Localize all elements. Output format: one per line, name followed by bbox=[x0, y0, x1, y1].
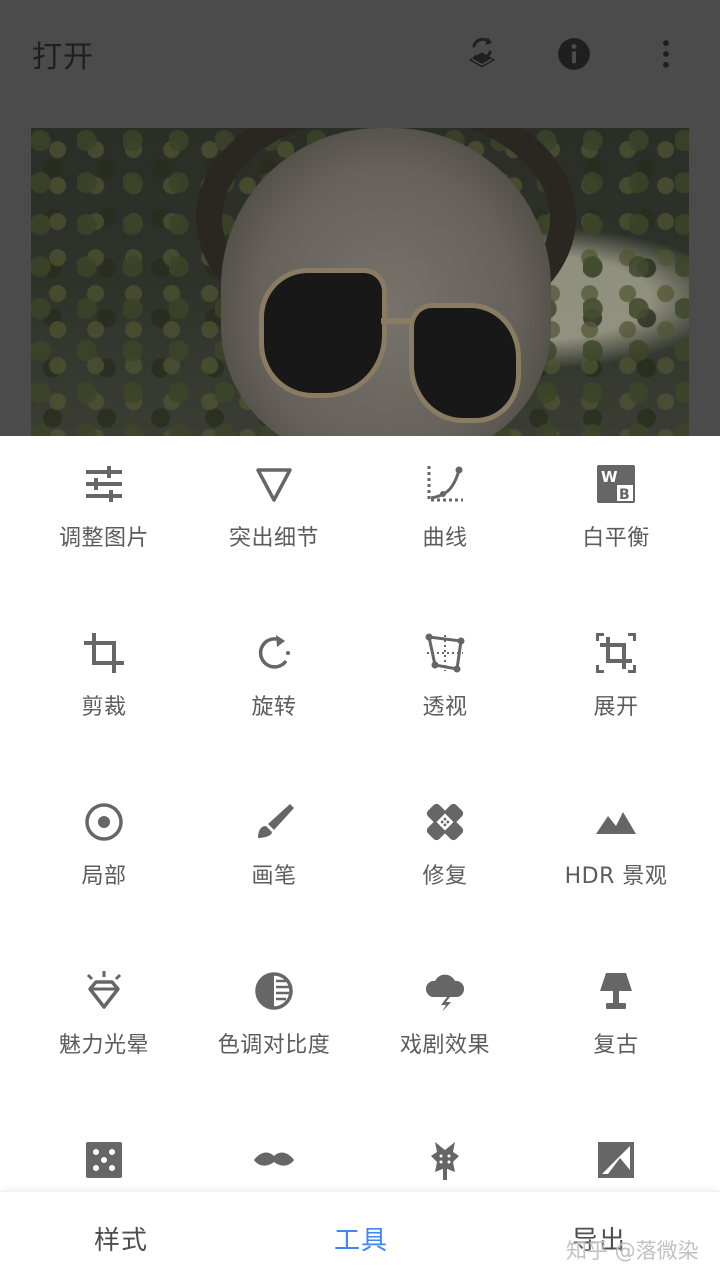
sunglasses-right-lens bbox=[409, 303, 521, 423]
drama-icon bbox=[421, 967, 469, 1015]
tonal-contrast-icon bbox=[250, 967, 298, 1015]
tool-curves[interactable]: 曲线 bbox=[360, 436, 530, 576]
hdr-landscape-icon bbox=[592, 798, 640, 846]
more-vert-icon[interactable] bbox=[642, 30, 690, 78]
tool-vintage[interactable]: 复古 bbox=[531, 943, 701, 1083]
crop-icon bbox=[80, 629, 128, 677]
tool-white-balance[interactable]: W B 白平衡 bbox=[531, 436, 701, 576]
tool-label: 曲线 bbox=[422, 526, 468, 551]
tool-expand[interactable]: 展开 bbox=[531, 605, 701, 745]
wb-w-text: W bbox=[601, 468, 618, 486]
tool-details[interactable]: 突出细节 bbox=[189, 436, 359, 576]
tool-drama[interactable]: 戏剧效果 bbox=[360, 943, 530, 1083]
nav-styles[interactable]: 样式 bbox=[94, 1220, 148, 1257]
tool-hdr-landscape[interactable]: HDR 景观 bbox=[531, 774, 701, 914]
perspective-icon bbox=[421, 629, 469, 677]
tools-sheet: 调整图片 突出细节 曲线 W B 白平衡 剪裁 旋转 透视 展开 局部 画笔 修… bbox=[0, 436, 720, 1191]
tool-label: HDR 景观 bbox=[564, 864, 668, 889]
tool-label: 白平衡 bbox=[582, 526, 650, 551]
mustache-icon bbox=[250, 1136, 298, 1184]
open-button[interactable]: 打开 bbox=[32, 32, 94, 76]
tool-label: 旋转 bbox=[251, 695, 297, 720]
glamour-glow-icon bbox=[80, 967, 128, 1015]
tool-rotate[interactable]: 旋转 bbox=[189, 605, 359, 745]
tool-perspective[interactable]: 透视 bbox=[360, 605, 530, 745]
grunge-guitar-icon bbox=[421, 1136, 469, 1184]
layers-history-icon[interactable] bbox=[458, 30, 506, 78]
tool-label: 色调对比度 bbox=[217, 1033, 331, 1058]
watermark-text: 知乎 @落微染 bbox=[566, 1239, 699, 1263]
tool-label: 画笔 bbox=[251, 864, 297, 889]
black-white-icon bbox=[592, 1136, 640, 1184]
sunglasses-left-lens bbox=[259, 268, 387, 398]
tune-sliders-icon bbox=[80, 460, 128, 508]
rotate-icon bbox=[250, 629, 298, 677]
healing-icon bbox=[421, 798, 469, 846]
tool-label: 透视 bbox=[422, 695, 468, 720]
info-icon[interactable] bbox=[550, 30, 598, 78]
tool-crop[interactable]: 剪裁 bbox=[19, 605, 189, 745]
expand-icon bbox=[592, 629, 640, 677]
tool-label: 戏剧效果 bbox=[399, 1033, 490, 1058]
photo-preview[interactable] bbox=[31, 128, 689, 436]
tool-label: 剪裁 bbox=[81, 695, 127, 720]
tool-healing[interactable]: 修复 bbox=[360, 774, 530, 914]
tool-black-white[interactable] bbox=[531, 1112, 701, 1191]
grainy-film-icon bbox=[80, 1136, 128, 1184]
tool-label: 调整图片 bbox=[58, 526, 149, 551]
tool-grunge[interactable] bbox=[360, 1112, 530, 1191]
app-bar: 打开 bbox=[0, 0, 720, 108]
curves-icon bbox=[421, 460, 469, 508]
brush-icon bbox=[250, 798, 298, 846]
tool-brush[interactable]: 画笔 bbox=[189, 774, 359, 914]
vintage-lamp-icon bbox=[592, 967, 640, 1015]
wb-b-text: B bbox=[619, 487, 630, 503]
tool-label: 修复 bbox=[422, 864, 468, 889]
tool-label: 复古 bbox=[593, 1033, 639, 1058]
tool-label: 魅力光晕 bbox=[58, 1033, 149, 1058]
tool-label: 突出细节 bbox=[228, 526, 319, 551]
sunglasses-bridge bbox=[381, 318, 413, 324]
selective-icon bbox=[80, 798, 128, 846]
tool-selective[interactable]: 局部 bbox=[19, 774, 189, 914]
triangle-details-icon bbox=[250, 460, 298, 508]
tool-glamour-glow[interactable]: 魅力光晕 bbox=[19, 943, 189, 1083]
tool-label: 展开 bbox=[593, 695, 639, 720]
tool-tonal-contrast[interactable]: 色调对比度 bbox=[189, 943, 359, 1083]
white-balance-icon: W B bbox=[592, 460, 640, 508]
tool-retrolux[interactable] bbox=[189, 1112, 359, 1191]
tool-tune-image[interactable]: 调整图片 bbox=[19, 436, 189, 576]
tool-grainy-film[interactable] bbox=[19, 1112, 189, 1191]
tool-label: 局部 bbox=[81, 864, 127, 889]
nav-tools[interactable]: 工具 bbox=[334, 1220, 388, 1257]
image-preview-area: 打开 bbox=[0, 0, 720, 436]
